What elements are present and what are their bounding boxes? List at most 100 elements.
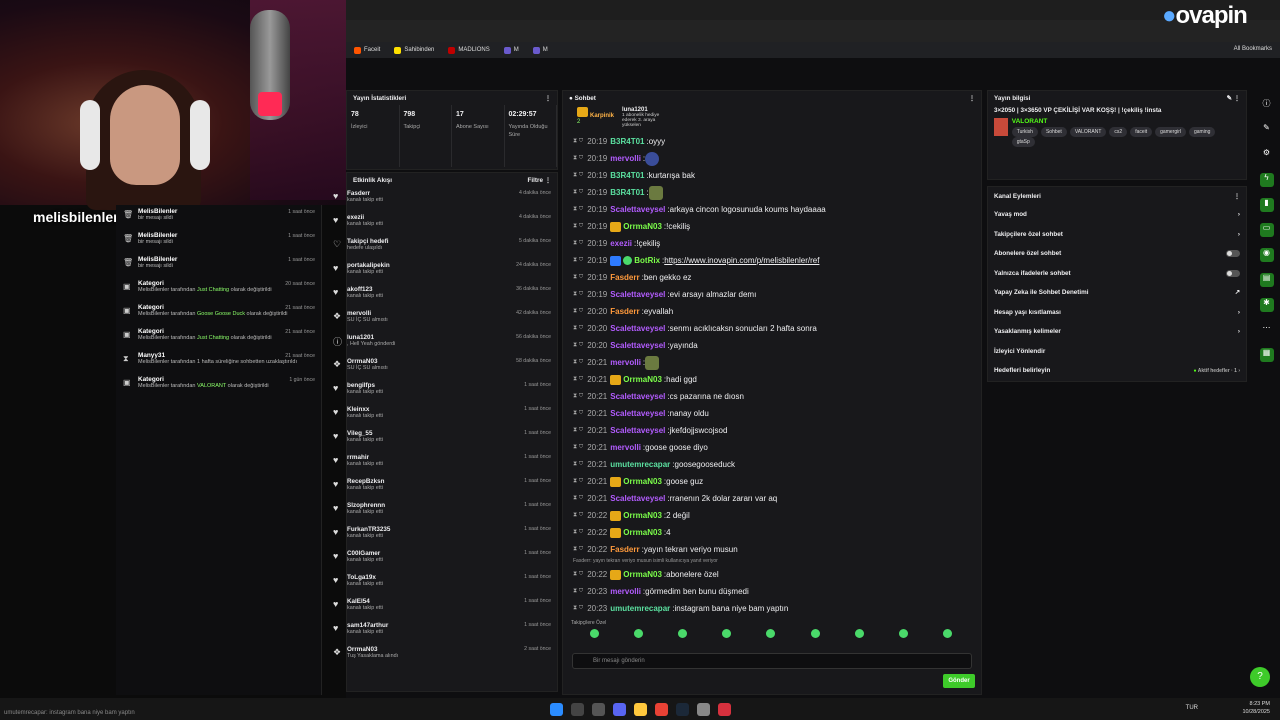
settings-icon[interactable]: ⚙: [1260, 148, 1274, 162]
message-username[interactable]: mervolli: [610, 358, 641, 367]
message-username[interactable]: exezii: [610, 239, 632, 248]
message-username[interactable]: B3R4T01: [610, 137, 644, 146]
message-username[interactable]: umutemrecapar: [610, 604, 670, 613]
discord-icon[interactable]: [612, 702, 626, 716]
message-username[interactable]: Scalettaveysel: [610, 341, 665, 350]
message-username[interactable]: Scalettaveysel: [610, 409, 665, 418]
pin-icon[interactable]: ⧗ ⛉: [573, 605, 583, 612]
search-icon[interactable]: [570, 702, 584, 716]
channel-action-row[interactable]: Yapay Zeka ile Sohbet Denetimi ↗: [988, 283, 1246, 303]
chat-message[interactable]: ⧗ ⛉ 20:19 exezii: !çekiliş: [563, 235, 981, 252]
pin-icon[interactable]: ⧗ ⛉: [573, 393, 583, 400]
chat-message[interactable]: ⧗ ⛉ 20:19 B3R4T01:: [563, 184, 981, 201]
emote-icon[interactable]: [633, 629, 643, 638]
apps-icon[interactable]: ▦: [1259, 348, 1274, 362]
activity-item[interactable]: ♥ bengilfps kanalı takip etti 1 saat önce: [333, 379, 557, 403]
message-username[interactable]: OrrmaN03: [623, 511, 662, 520]
activity-item[interactable]: ♥ Slzophrennn kanalı takip etti 1 saat önce: [333, 499, 557, 523]
message-username[interactable]: Scalettaveysel: [610, 494, 665, 503]
chat-message[interactable]: ⧗ ⛉ 20:19 BotRix: https://www.inovapin.com…: [563, 252, 981, 269]
emote-icon[interactable]: [678, 629, 688, 638]
stream-tag[interactable]: faceit: [1130, 127, 1153, 137]
activity-item[interactable]: ♥ portakalipekin kanalı takip etti 24 dakik…: [333, 259, 557, 283]
obs-icon[interactable]: [717, 702, 731, 716]
message-username[interactable]: Scalettaveysel: [610, 205, 665, 214]
message-username[interactable]: Scalettaveysel: [610, 290, 665, 299]
chat-message[interactable]: ⧗ ⛉ 20:22 OrrmaN03: abonelere özel: [563, 566, 981, 583]
activity-item[interactable]: ♥ Fasderr kanalı takip etti 4 dakika önce: [333, 187, 557, 211]
stream-tag[interactable]: Sohbet: [1040, 127, 1067, 137]
chat-message[interactable]: ⧗ ⛉ 20:21 Scalettaveysel: cs pazarına ne d…: [563, 388, 981, 405]
activity-item[interactable]: ♥ RecepBzksn kanalı takip etti 1 saat önce: [333, 475, 557, 499]
pin-icon[interactable]: ⧗ ⛉: [573, 189, 583, 196]
chat-message[interactable]: ⧗ ⛉ 20:21 mervolli:: [563, 354, 981, 371]
activity-item[interactable]: ♥ Kleinxx kanalı takip etti 1 saat önce: [333, 403, 557, 427]
activity-item[interactable]: ♡ Takipçi hedefi hedefe ulaşıldı 5 dakika ö…: [333, 235, 557, 259]
message-username[interactable]: Fasderr: [610, 307, 639, 316]
app-icon[interactable]: [696, 702, 710, 716]
pin-icon[interactable]: ⧗ ⛉: [573, 291, 583, 298]
pin-icon[interactable]: ⧗ ⛉: [573, 546, 583, 553]
stream-tag[interactable]: cs2: [1109, 127, 1128, 137]
toggle-switch[interactable]: [1226, 269, 1240, 277]
pin-icon[interactable]: ⧗ ⛉: [573, 478, 583, 485]
message-username[interactable]: OrrmaN03: [623, 375, 662, 384]
message-username[interactable]: mervolli: [610, 154, 641, 163]
language-indicator[interactable]: TUR: [1186, 705, 1198, 711]
chat-message[interactable]: ⧗ ⛉ 20:19 Scalettaveysel: evi arsayı almaz…: [563, 286, 981, 303]
emote-icon[interactable]: [854, 629, 864, 638]
bookmark-icon[interactable]: ▮: [1259, 198, 1274, 212]
more-icon[interactable]: ⋮: [1234, 193, 1240, 200]
info-icon[interactable]: ⓘ: [1260, 98, 1274, 112]
message-username[interactable]: Scalettaveysel: [610, 392, 665, 401]
pin-icon[interactable]: ⧗ ⛉: [573, 325, 583, 332]
bookmark-item[interactable]: Sahibinden: [394, 46, 434, 54]
chat-message[interactable]: ⧗ ⛉ 20:20 Scalettaveysel: yayında: [563, 337, 981, 354]
all-bookmarks-button[interactable]: All Bookmarks: [1234, 46, 1272, 52]
chat-message[interactable]: ⧗ ⛉ 20:21 umutemrecapar: goosegooseduck: [563, 456, 981, 473]
more-icon[interactable]: ⋮: [969, 95, 975, 102]
chat-message[interactable]: ⧗ ⛉ 20:19 Scalettaveysel: arkaya cincon lo…: [563, 201, 981, 218]
windows-start-icon[interactable]: [549, 702, 563, 716]
emote-icon[interactable]: [722, 629, 732, 638]
channel-action-row[interactable]: Yavaş mod ›: [988, 205, 1246, 225]
message-username[interactable]: Scalettaveysel: [610, 324, 665, 333]
channel-action-row[interactable]: Hesap yaşı kısıtlaması ›: [988, 303, 1246, 323]
pin-icon[interactable]: ⧗ ⛉: [573, 529, 583, 536]
bookmark-item[interactable]: M: [532, 46, 548, 54]
chat-message[interactable]: ⧗ ⛉ 20:21 mervolli: goose goose diyo: [563, 439, 981, 456]
message-username[interactable]: Fasderr: [610, 545, 639, 554]
chat-message[interactable]: ⧗ ⛉ 20:22 OrrmaN03: 4: [563, 524, 981, 541]
message-username[interactable]: OrrmaN03: [623, 222, 662, 231]
activity-item[interactable]: ♥ akoff123 kanalı takip etti 36 dakika önce: [333, 283, 557, 307]
activity-item[interactable]: ❖ OrrmaN03 Tuş Yasaklama alındı 2 saat önce: [333, 643, 557, 667]
activity-item[interactable]: ♥ KalEl54 kanalı takip etti 1 saat önce: [333, 595, 557, 619]
activity-item[interactable]: ❖ OrrmaN03 SU İÇ SU almıstı 58 dakika önce: [333, 355, 557, 379]
pin-icon[interactable]: ⧗ ⛉: [573, 359, 583, 366]
pin-icon[interactable]: ⧗ ⛉: [573, 138, 583, 145]
channel-action-row[interactable]: Yalnızca ifadelerle sohbet: [988, 264, 1246, 284]
emote-icon[interactable]: [810, 629, 820, 638]
share-icon[interactable]: ⋯: [1260, 323, 1274, 337]
pin-icon[interactable]: ⧗ ⛉: [573, 240, 583, 247]
pinned-gifter-1[interactable]: Karpinik 2: [577, 107, 614, 139]
channel-action-row[interactable]: Yasaklanmış kelimeler ›: [988, 322, 1246, 342]
pin-icon[interactable]: ⧗ ⛉: [573, 206, 583, 213]
pinned-gifter-2[interactable]: luna1201 1 abonelik hediye ederek 3. aray…: [622, 107, 672, 139]
pin-icon[interactable]: ⧗ ⛉: [573, 461, 583, 468]
chat-message[interactable]: ⧗ ⛉ 20:21 Scalettaveysel: nanay oldu: [563, 405, 981, 422]
clock[interactable]: 8:23 PM 10/28/2025: [1242, 700, 1270, 716]
filter-button[interactable]: Filtre: [528, 177, 543, 184]
message-username[interactable]: mervolli: [610, 587, 641, 596]
chat-message[interactable]: ⧗ ⛉ 20:19 Fasderr: ben gekko ez: [563, 269, 981, 286]
message-username[interactable]: B3R4T01: [610, 188, 644, 197]
message-username[interactable]: BotRix: [634, 256, 660, 265]
stream-tag[interactable]: gamergirl: [1155, 127, 1186, 137]
activity-item[interactable]: ♥ sam147arthur kanalı takip etti 1 saat önc…: [333, 619, 557, 643]
chat-message[interactable]: ⧗ ⛉ 20:20 Scalettaveysel: senmı acıklıcaks…: [563, 320, 981, 337]
activity-item[interactable]: ♥ rrmahir kanalı takip etti 1 saat önce: [333, 451, 557, 475]
activity-item[interactable]: ♥ C00lGamer kanalı takip etti 1 saat önce: [333, 547, 557, 571]
emote-icon[interactable]: [589, 629, 599, 638]
bookmark-item[interactable]: M: [503, 46, 519, 54]
pin-icon[interactable]: ⧗ ⛉: [573, 257, 583, 264]
